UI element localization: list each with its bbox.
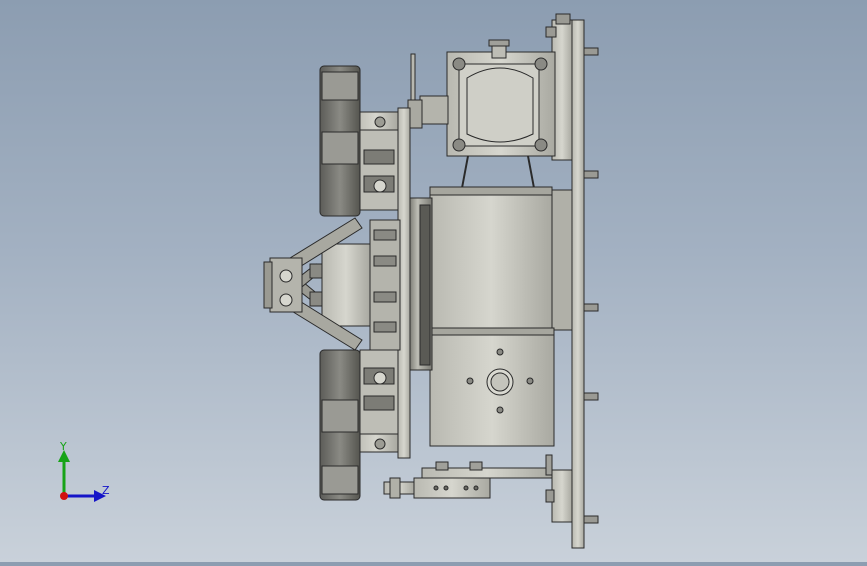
motor-screw: [534, 138, 548, 152]
connector-cap: [488, 39, 510, 47]
plate-bolt: [555, 13, 571, 25]
gear-block-upper: [429, 186, 553, 331]
plate-bolt: [583, 515, 599, 524]
plate-bolt: [583, 303, 599, 312]
plate-bolt: [583, 392, 599, 401]
plate-bolt: [583, 170, 599, 179]
slide-block: [413, 477, 491, 499]
mounting-plate: [571, 19, 585, 549]
plate-bolt: [583, 47, 599, 56]
fitting: [419, 95, 449, 125]
origin-dot: [60, 492, 68, 500]
motor-screw: [452, 138, 466, 152]
motor-body: [466, 67, 534, 143]
axis-triad: Y Z: [48, 438, 118, 510]
plate-tab-bottom: [551, 469, 573, 523]
motor-screw: [452, 57, 466, 71]
center-block: [321, 243, 371, 327]
triad-graphic: [58, 450, 106, 502]
z-axis-label: Z: [102, 484, 110, 497]
plate-bolt: [545, 489, 555, 503]
y-axis-label: Y: [60, 440, 67, 453]
motor-screw: [534, 57, 548, 71]
assembly-model: [263, 13, 599, 549]
plate-bolt: [545, 26, 557, 38]
cad-viewport[interactable]: [0, 0, 867, 562]
